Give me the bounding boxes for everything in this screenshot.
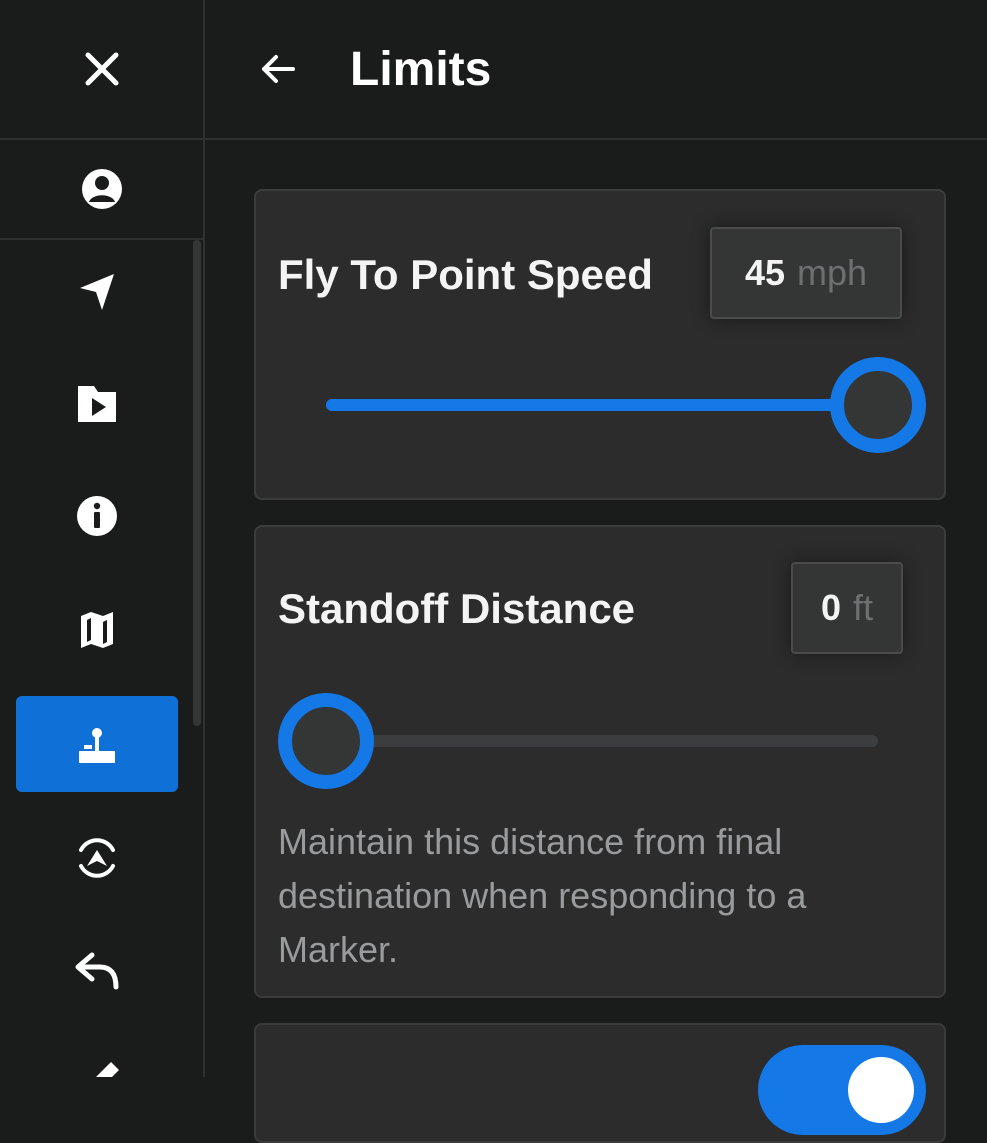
map-icon: [81, 612, 113, 648]
sidebar-item-map[interactable]: [16, 582, 178, 678]
arrow-left-icon: [262, 55, 295, 83]
standoff-distance-value: 0: [820, 587, 841, 628]
fly-to-point-speed-card: Fly To Point Speed 45 mph: [254, 189, 946, 500]
toggle-knob: [848, 1057, 914, 1123]
sidebar-item-media[interactable]: [16, 355, 178, 451]
sidebar-item-info[interactable]: [16, 468, 178, 564]
third-setting-toggle[interactable]: [758, 1045, 926, 1135]
sidebar-item-edit[interactable]: [0, 1040, 203, 1077]
sidebar-item-account[interactable]: [0, 140, 203, 240]
standoff-distance-slider-thumb[interactable]: [278, 693, 374, 789]
navigation-icon: [80, 274, 114, 310]
orbit-icon: [79, 838, 115, 878]
third-setting-card: [254, 1023, 946, 1143]
standoff-distance-unit: ft: [853, 587, 874, 628]
back-button[interactable]: [253, 44, 303, 94]
account-icon: [81, 169, 122, 209]
standoff-distance-input[interactable]: 0 ft: [791, 562, 903, 654]
info-icon: [77, 496, 117, 536]
sidebar-item-joystick[interactable]: [16, 696, 178, 792]
close-button[interactable]: [0, 0, 203, 140]
page-header: Limits: [205, 0, 987, 140]
sidebar-item-orbit[interactable]: [16, 810, 178, 906]
media-icon: [78, 386, 116, 422]
sidebar-item-return[interactable]: [16, 922, 178, 1018]
fly-to-point-speed-value: 45: [744, 252, 785, 293]
close-icon: [85, 52, 118, 86]
page-title: Limits: [350, 43, 492, 96]
fly-to-point-speed-input[interactable]: 45 mph: [710, 227, 902, 319]
sidebar-item-navigation[interactable]: [16, 243, 178, 339]
standoff-distance-slider-track[interactable]: [326, 735, 878, 747]
fly-to-point-speed-unit: mph: [797, 252, 868, 293]
sidebar-scrollbar[interactable]: [193, 240, 201, 726]
joystick-icon: [79, 728, 115, 763]
fly-to-point-speed-label: Fly To Point Speed: [278, 251, 653, 298]
fly-to-point-speed-slider-thumb[interactable]: [830, 357, 926, 453]
edit-icon: [95, 1062, 119, 1077]
standoff-distance-label: Standoff Distance: [278, 585, 636, 632]
fly-to-point-speed-slider-fill: [326, 399, 878, 411]
standoff-distance-description: Maintain this distance from final destin…: [278, 821, 807, 970]
standoff-distance-card: Standoff Distance 0 ft Maintain this dis…: [254, 525, 946, 998]
sidebar: [0, 0, 205, 1077]
return-icon: [75, 952, 119, 990]
